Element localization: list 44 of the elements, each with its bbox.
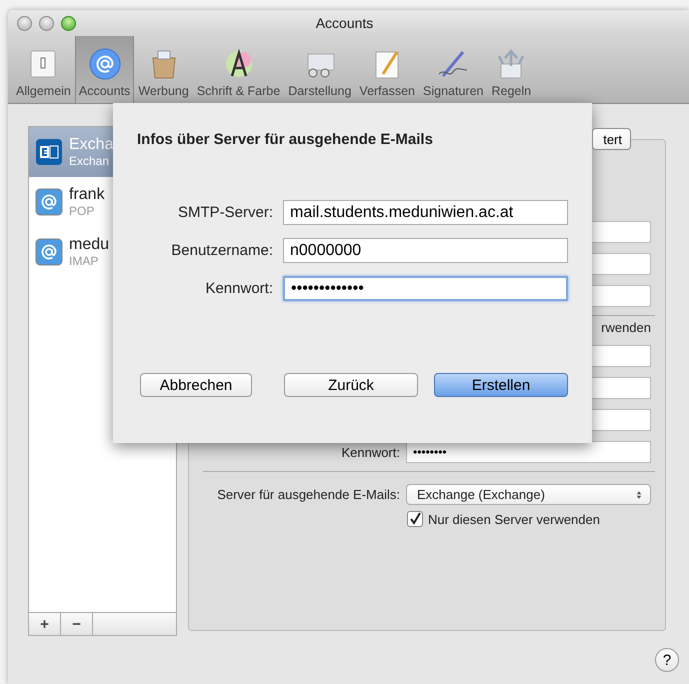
field-label: SMTP-Server: — [176, 204, 273, 221]
window-title: Accounts — [316, 15, 374, 31]
toolbar-tab[interactable]: Signaturen — [419, 36, 488, 103]
at-sign-icon — [86, 46, 123, 82]
account-type: IMAP — [69, 254, 100, 268]
dialog-button[interactable]: Abbrechen — [140, 373, 252, 397]
list-button[interactable]: + — [29, 613, 61, 635]
toolbar-tab[interactable]: Darstellung — [284, 36, 356, 103]
checkbox-label: Nur diesen Server verwenden — [428, 512, 600, 526]
field-label: Benutzername: — [170, 242, 273, 259]
toolbar-tab[interactable]: Regeln — [487, 36, 536, 103]
at-sign-icon — [35, 188, 63, 216]
field-label: Kennwort: — [341, 444, 400, 460]
account-name: frank — [69, 186, 105, 204]
account-name: medu — [69, 236, 110, 254]
password-field[interactable]: •••••••• — [406, 441, 651, 463]
exchange-icon — [35, 138, 63, 166]
input-field[interactable]: n0000000 — [283, 238, 568, 263]
toolbar-tab[interactable]: Werbung — [134, 36, 193, 103]
minimize-button[interactable] — [39, 16, 54, 30]
toolbar-tab[interactable]: Verfassen — [355, 36, 420, 103]
dialog-button[interactable]: Erstellen — [434, 373, 568, 397]
list-button[interactable]: − — [61, 613, 93, 635]
at-sign-icon — [35, 238, 63, 266]
zoom-button[interactable] — [61, 16, 76, 30]
close-button[interactable] — [17, 16, 32, 30]
checkbox[interactable] — [407, 511, 423, 527]
account-type: Exchan — [69, 154, 110, 168]
toolbar-tab[interactable]: Allgemein — [12, 36, 75, 103]
account-type: POP — [69, 204, 96, 218]
toolbar-tab[interactable]: Accounts — [74, 36, 134, 103]
account-name: Excha — [69, 136, 114, 154]
input-field[interactable]: mail.students.meduniwien.ac.at — [283, 200, 568, 225]
server-dropdown[interactable]: Exchange (Exchange) — [406, 484, 651, 505]
toolbar-tab[interactable]: Schrift & Farbe — [192, 36, 284, 103]
tab[interactable]: tert — [592, 128, 631, 150]
checkbox-label: rwenden — [601, 320, 651, 335]
input-field[interactable]: ••••••••••••• — [283, 276, 568, 301]
help-button[interactable]: ? — [655, 648, 679, 672]
account-item[interactable]: frank POP — [29, 177, 176, 227]
field-label: Server für ausgehende E-Mails: — [217, 487, 400, 502]
dialog-button[interactable]: Zurück — [284, 373, 418, 397]
up-down-arrows-icon — [636, 490, 642, 500]
field-label: Kennwort: — [204, 280, 273, 297]
